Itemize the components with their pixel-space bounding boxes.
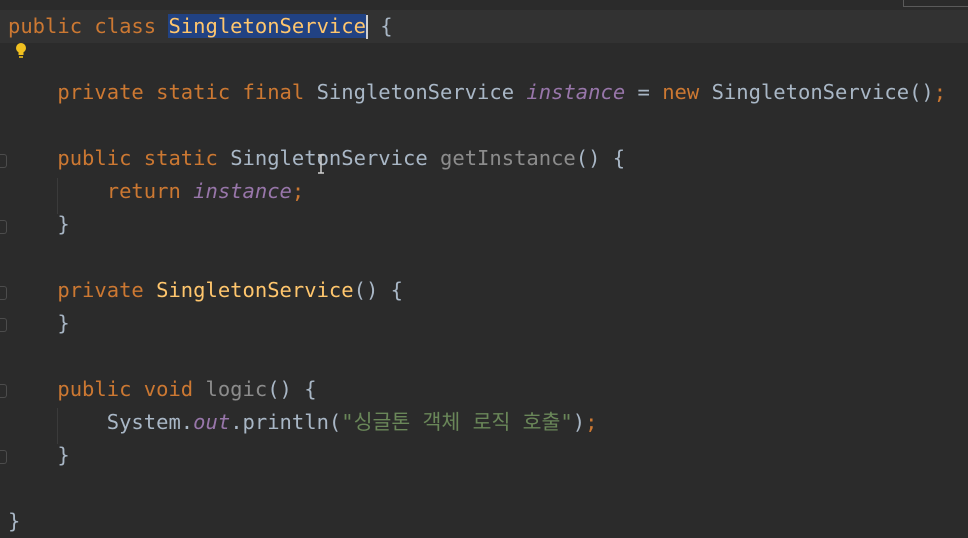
code-line-close-brace[interactable]: } (8, 439, 968, 472)
keyword-return: return (106, 179, 181, 203)
string-literal: "싱글톤 객체 로직 호출" (341, 410, 573, 434)
semicolon: ; (933, 80, 947, 104)
brace-close: } (57, 311, 70, 335)
editor-tab-edge (903, 0, 968, 7)
field-name: instance (526, 80, 626, 104)
code-line-class-declaration[interactable]: public class SingletonService { (0, 10, 968, 43)
out-field: out (193, 410, 231, 434)
assign-operator: = (637, 80, 650, 104)
code-line-return[interactable]: return instance; (8, 175, 968, 208)
keyword-new: new (662, 80, 700, 104)
constructor-name: SingletonService (156, 278, 354, 302)
semicolon: ; (291, 179, 305, 203)
system-class: System. (106, 410, 194, 434)
semicolon: ; (585, 410, 598, 434)
fold-marker-icon[interactable] (0, 450, 7, 464)
code-line-class-close[interactable]: } (8, 505, 968, 538)
code-line-logic-signature[interactable]: public void logic() { (8, 373, 968, 406)
text-cursor-icon (318, 154, 324, 174)
keyword-private: private (57, 80, 144, 104)
keyword-final: final (242, 80, 305, 104)
keyword-public: public (57, 377, 132, 401)
class-brace-close: } (8, 509, 21, 533)
code-editor[interactable]: public class SingletonService { private … (0, 0, 968, 538)
method-signature: () { (267, 377, 317, 401)
fold-marker-icon[interactable] (0, 384, 7, 398)
constructor-signature: () { (353, 278, 403, 302)
field-reference: instance (193, 179, 292, 203)
paren-close: ) (572, 410, 586, 434)
println-call: .println( (230, 410, 342, 434)
parens: () (909, 80, 934, 104)
keyword-public: public (8, 14, 83, 38)
fold-marker-icon[interactable] (0, 318, 7, 332)
code-line-close-brace[interactable]: } (8, 307, 968, 340)
brace-close: } (57, 443, 70, 467)
fold-marker-icon[interactable] (0, 286, 7, 300)
keyword-private: private (57, 278, 144, 302)
method-name-logic: logic (205, 377, 268, 401)
fold-marker-icon[interactable] (0, 154, 7, 168)
keyword-static: static (143, 146, 218, 170)
code-line-private-constructor[interactable]: private SingletonService() { (8, 274, 968, 307)
intention-bulb-icon[interactable] (14, 42, 28, 60)
code-line-instance-field[interactable]: private static final SingletonService in… (8, 76, 968, 109)
keyword-void: void (143, 377, 194, 401)
class-name-selected[interactable]: SingletonService (168, 14, 366, 38)
keyword-public: public (57, 146, 132, 170)
method-name-getinstance: getInstance (440, 146, 576, 170)
brace-close: } (57, 212, 70, 236)
code-line-println[interactable]: System.out.println("싱글톤 객체 로직 호출"); (8, 406, 968, 439)
text-caret (365, 15, 368, 39)
code-line-close-brace[interactable]: } (8, 208, 968, 241)
keyword-static: static (156, 80, 231, 104)
fold-marker-icon[interactable] (0, 220, 7, 234)
return-type: SingletonService (230, 146, 428, 170)
brace-open: { (380, 14, 393, 38)
code-line-get-instance-signature[interactable]: public static SingletonService getInstan… (8, 142, 968, 175)
keyword-class: class (94, 14, 157, 38)
constructor-call: SingletonService (711, 80, 910, 104)
type-name: SingletonService (316, 80, 515, 104)
method-signature: () { (575, 146, 626, 170)
